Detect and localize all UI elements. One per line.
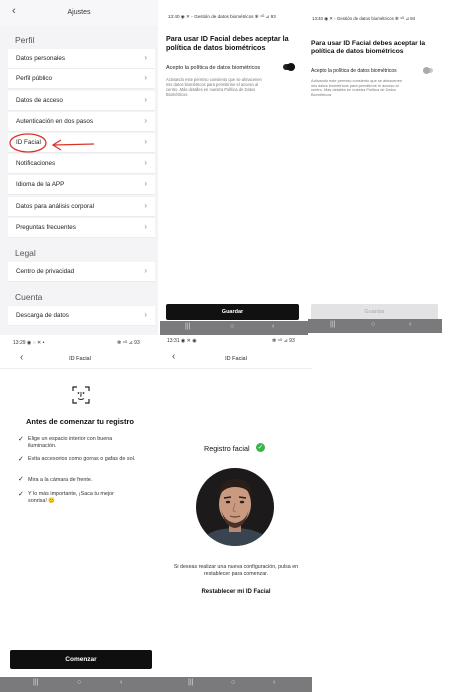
recents-icon[interactable]: |||	[33, 679, 38, 686]
menu-label: Autenticación en dos pasos	[16, 118, 94, 125]
status-bar-left: 13:29 ◉ ◌ ✕ •	[13, 340, 45, 346]
menu-item-perfil-publico[interactable]: Perfil público ›	[8, 69, 155, 89]
menu-label: Notificaciones	[16, 160, 56, 167]
chevron-right-icon: ›	[144, 310, 147, 319]
check-icon: ✓	[18, 491, 24, 498]
section-legal: Legal	[15, 248, 36, 258]
status-bar-left: 13:31 ◉ ✕ ◉	[167, 338, 197, 344]
menu-item-privacidad[interactable]: Centro de privacidad ›	[8, 262, 155, 282]
check-icon: ✓	[18, 456, 24, 463]
menu-label: Preguntas frecuentes	[16, 224, 76, 231]
android-nav-bar: ||| ○ ‹	[0, 677, 160, 692]
page-title: ID Facial	[225, 356, 247, 362]
status-bar-right: ✻ ⁴ᴳ ⊿ 93	[117, 340, 140, 346]
page-title: Ajustes	[67, 9, 91, 16]
android-nav-bar: ||| ○ ‹	[160, 321, 308, 335]
tip-lighting: Elige un espacio interior con buena ilum…	[28, 436, 113, 449]
chevron-right-icon: ›	[144, 137, 147, 146]
chevron-right-icon: ›	[144, 95, 147, 104]
header-divider	[160, 368, 312, 369]
chevron-right-icon: ›	[144, 266, 147, 275]
menu-label: Perfil público	[16, 75, 53, 82]
face-photo	[196, 468, 274, 546]
accept-policy-label: Acepto la política de datos biométricos	[311, 68, 397, 74]
chevron-right-icon: ›	[144, 222, 147, 231]
tip-accessories: Evita accesorios como gorras o gafas de …	[28, 456, 136, 462]
tip-smile: Y lo más importante, ¡Saca tu mejor sonr…	[28, 491, 114, 504]
biometric-policy-screen-active: 13:40 ◉ ✕ ◦ Gestión de datos biométricos…	[160, 0, 308, 335]
home-icon[interactable]: ○	[231, 679, 235, 686]
tip-camera: Mira a la cámara de frente.	[28, 477, 93, 483]
chevron-right-icon: ›	[144, 201, 147, 210]
intro-heading: Antes de comenzar tu registro	[26, 417, 134, 426]
menu-label: Descarga de datos	[16, 312, 69, 319]
chevron-right-icon: ›	[144, 53, 147, 62]
policy-title: Para usar ID Facial debes aceptar la pol…	[311, 40, 426, 55]
policy-toggle[interactable]	[423, 67, 433, 74]
home-icon[interactable]: ○	[371, 321, 375, 328]
chevron-right-icon: ›	[144, 179, 147, 188]
chevron-right-icon: ›	[144, 158, 147, 167]
face-id-intro-screen: 13:29 ◉ ◌ ✕ • ✻ ⁴ᴳ ⊿ 93 ‹ ID Facial Ante…	[0, 335, 160, 692]
settings-screen: ‹ Ajustes Perfil Datos personales › Perfi…	[0, 0, 158, 335]
policy-title: Para usar ID Facial debes aceptar la pol…	[166, 34, 289, 52]
home-icon[interactable]: ○	[77, 679, 81, 686]
menu-label: Centro de privacidad	[16, 268, 75, 275]
menu-item-analisis-corporal[interactable]: Datos para análisis corporal ›	[8, 197, 155, 217]
recents-icon[interactable]: |||	[188, 679, 193, 686]
registration-title: Registro facial	[204, 444, 250, 453]
menu-item-notificaciones[interactable]: Notificaciones ›	[8, 154, 155, 174]
menu-item-preguntas[interactable]: Preguntas frecuentes ›	[8, 218, 155, 238]
annotation-circle-arrow	[9, 133, 95, 153]
android-nav-bar: ||| ○ ‹	[308, 319, 442, 333]
chevron-right-icon: ›	[144, 73, 147, 82]
menu-item-datos-acceso[interactable]: Datos de acceso ›	[8, 91, 155, 111]
policy-toggle[interactable]	[283, 63, 295, 71]
save-button[interactable]: Guardar	[166, 304, 299, 320]
face-id-registered-screen: 13:31 ◉ ✕ ◉ ✻ ⁴ᴳ ⊿ 93 ‹ ID Facial Regist…	[160, 335, 312, 692]
recents-icon[interactable]: |||	[185, 323, 190, 330]
menu-item-datos-personales[interactable]: Datos personales ›	[8, 49, 155, 69]
save-button-disabled[interactable]: Guardar	[311, 304, 438, 320]
success-check-icon: ✓	[256, 443, 265, 452]
status-bar: 13:40 ◉ ✕ ◦ Gestión de datos biométricos…	[168, 14, 276, 19]
policy-description: Activando este permiso consiento que se …	[166, 77, 262, 97]
menu-label: Idioma de la APP	[16, 181, 65, 188]
page-title: ID Facial	[69, 356, 91, 362]
status-bar: 13:40 ◉ ✕ ◦ Gestión de datos biométricos…	[312, 16, 415, 21]
menu-item-descarga[interactable]: Descarga de datos ›	[8, 306, 155, 326]
section-perfil: Perfil	[15, 35, 35, 45]
status-bar-right: ✻ ⁴ᴳ ⊿ 93	[272, 338, 295, 344]
reset-note: Si deseas realizar una nueva configuraci…	[173, 564, 299, 577]
back-nav-icon[interactable]: ‹	[272, 323, 274, 330]
policy-description: Activando este permiso consiento que se …	[311, 78, 403, 97]
section-cuenta: Cuenta	[15, 292, 43, 302]
home-icon[interactable]: ○	[230, 323, 234, 330]
menu-item-autenticacion[interactable]: Autenticación en dos pasos ›	[8, 112, 155, 132]
start-button[interactable]: Comenzar	[10, 650, 152, 669]
chevron-right-icon: ›	[144, 116, 147, 125]
accept-policy-label: Acepto la política de datos biométricos	[166, 65, 261, 71]
biometric-policy-screen-inactive: 13:40 ◉ ✕ ◦ Gestión de datos biométricos…	[308, 0, 442, 335]
header-divider	[0, 368, 160, 369]
check-icon: ✓	[18, 436, 24, 443]
reset-face-id-link[interactable]: Restablecer mi ID Facial	[160, 589, 312, 595]
android-nav-bar: ||| ○ ‹	[160, 677, 312, 692]
menu-label: Datos de acceso	[16, 97, 63, 104]
menu-label: Datos para análisis corporal	[16, 203, 95, 210]
menu-item-idioma[interactable]: Idioma de la APP ›	[8, 175, 155, 195]
back-nav-icon[interactable]: ‹	[273, 679, 275, 686]
recents-icon[interactable]: |||	[330, 321, 335, 328]
face-scan-icon	[72, 386, 90, 404]
back-nav-icon[interactable]: ‹	[120, 679, 122, 686]
check-icon: ✓	[18, 476, 24, 483]
back-nav-icon[interactable]: ‹	[409, 321, 411, 328]
menu-label: Datos personales	[16, 55, 66, 62]
